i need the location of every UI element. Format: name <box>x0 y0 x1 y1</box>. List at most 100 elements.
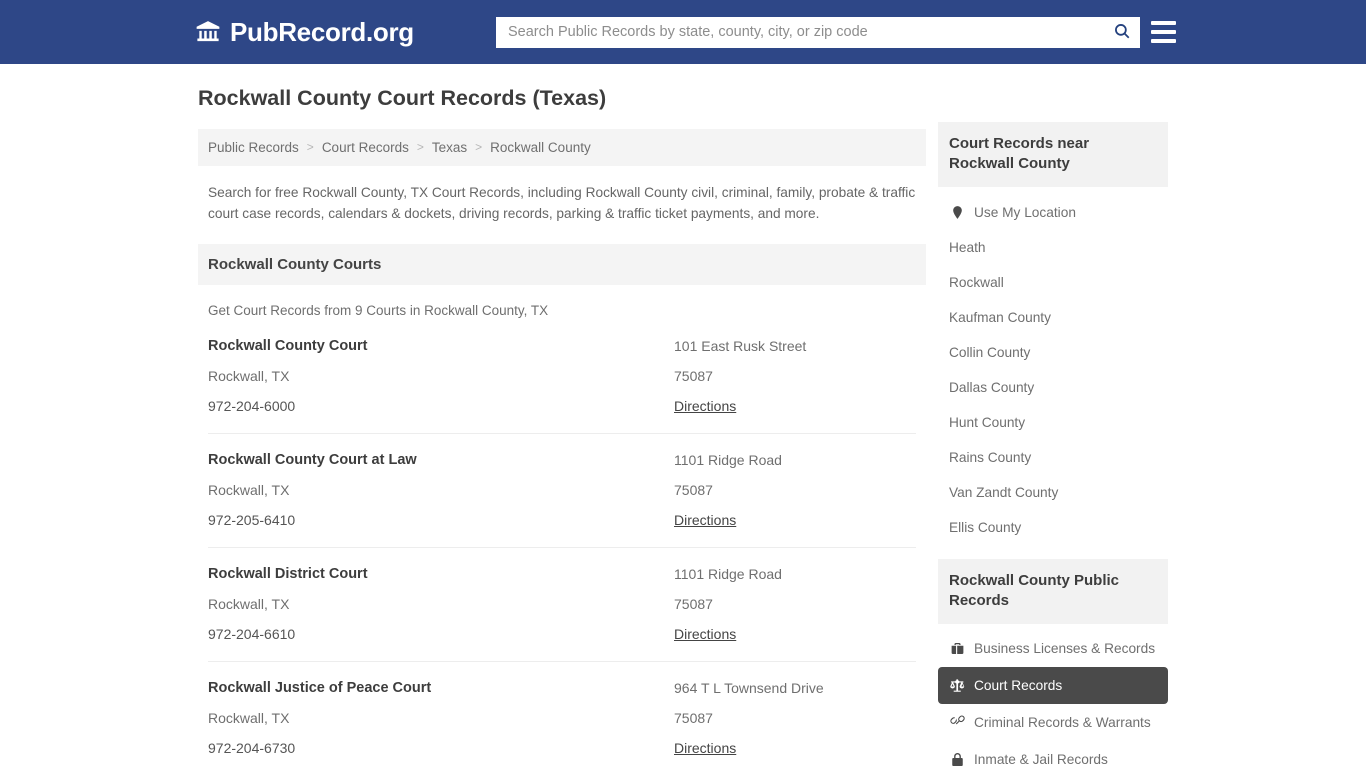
nearby-item-kaufman-county-label: Kaufman County <box>949 310 1051 325</box>
court-zip: 75087 <box>674 595 713 612</box>
court-name[interactable]: Rockwall District Court <box>208 565 674 583</box>
public-records-card: Rockwall County Public Records Business … <box>938 559 1168 768</box>
records-item-business-licenses-records[interactable]: Business Licenses & Records <box>938 630 1168 667</box>
records-item-court-records-label: Court Records <box>974 678 1063 693</box>
nearby-item-hunt-county-label: Hunt County <box>949 415 1026 430</box>
court-row: Rockwall Justice of Peace Court Rockwall,… <box>208 660 916 768</box>
breadcrumb-separator: > <box>306 140 314 155</box>
directions-link[interactable]: Directions <box>674 398 736 414</box>
court-info-right: 964 T L Townsend Drive 75087 Directions <box>674 679 916 758</box>
nearby-item-heath[interactable]: Heath <box>938 230 1168 265</box>
directions-link[interactable]: Directions <box>674 512 736 528</box>
court-address: 101 East Rusk Street <box>674 337 807 354</box>
nearby-item-use-my-location-label: Use My Location <box>974 205 1076 220</box>
court-row: Rockwall County Court at Law Rockwall, TX… <box>208 432 916 547</box>
court-row: Rockwall County Court Rockwall, TX 972-204… <box>208 326 916 433</box>
page-intro-text: Search for free Rockwall County, TX Cour… <box>208 184 916 221</box>
court-city-state: Rockwall, TX <box>208 709 290 726</box>
records-item-court-records[interactable]: Court Records <box>938 667 1168 704</box>
briefcase-icon <box>949 641 965 657</box>
records-item-criminal-records-warrants[interactable]: Criminal Records & Warrants <box>938 704 1168 741</box>
hamburger-bar <box>1151 30 1176 34</box>
court-name[interactable]: Rockwall County Court at Law <box>208 451 674 469</box>
nearby-item-dallas-county-label: Dallas County <box>949 380 1035 395</box>
court-info-left: Rockwall Justice of Peace Court Rockwall,… <box>208 679 674 758</box>
hamburger-bar <box>1151 21 1176 25</box>
main-column: Rockwall County Court Records (Texas) Pu… <box>198 86 926 768</box>
lock-icon <box>949 752 965 768</box>
breadcrumb-item-1[interactable]: Public Records <box>208 140 299 155</box>
court-zip: 75087 <box>674 709 713 726</box>
court-phone: 972-204-6610 <box>208 625 296 642</box>
nearby-records-title: Court Records near Rockwall County <box>938 122 1168 187</box>
court-info-left: Rockwall District Court Rockwall, TX 972-2… <box>208 565 674 644</box>
nearby-item-rockwall[interactable]: Rockwall <box>938 265 1168 300</box>
directions-link[interactable]: Directions <box>674 740 736 756</box>
court-city-state: Rockwall, TX <box>208 367 290 384</box>
breadcrumb-separator: > <box>475 140 483 155</box>
court-city-state: Rockwall, TX <box>208 481 290 498</box>
breadcrumb-separator: > <box>416 140 424 155</box>
court-city-state: Rockwall, TX <box>208 595 290 612</box>
breadcrumb-item-3[interactable]: Texas <box>432 140 467 155</box>
nearby-item-kaufman-county[interactable]: Kaufman County <box>938 300 1168 335</box>
court-list: Rockwall County Court Rockwall, TX 972-204… <box>198 326 926 768</box>
page-body: Rockwall County Court Records (Texas) Pu… <box>0 64 1366 768</box>
nearby-item-ellis-county[interactable]: Ellis County <box>938 510 1168 545</box>
court-zip: 75087 <box>674 481 713 498</box>
court-info-right: 1101 Ridge Road 75087 Directions <box>674 451 916 530</box>
court-row: Rockwall District Court Rockwall, TX 972-2… <box>208 546 916 661</box>
nearby-item-collin-county[interactable]: Collin County <box>938 335 1168 370</box>
map-pin-icon <box>949 205 965 221</box>
court-info-left: Rockwall County Court at Law Rockwall, TX… <box>208 451 674 530</box>
nearby-item-collin-county-label: Collin County <box>949 345 1031 360</box>
records-item-business-licenses-records-label: Business Licenses & Records <box>974 641 1156 656</box>
sidebar: Court Records near Rockwall County Use M… <box>938 86 1168 768</box>
nearby-item-van-zandt-county[interactable]: Van Zandt County <box>938 475 1168 510</box>
site-header: PubRecord.org <box>0 0 1366 64</box>
records-item-inmate-jail-records[interactable]: Inmate & Jail Records <box>938 741 1168 768</box>
directions-link[interactable]: Directions <box>674 626 736 642</box>
nearby-item-ellis-county-label: Ellis County <box>949 520 1022 535</box>
court-name[interactable]: Rockwall County Court <box>208 337 674 355</box>
nearby-records-list: Use My Location Heath Rockwall Kaufman Coun… <box>938 187 1168 545</box>
court-info-left: Rockwall County Court Rockwall, TX 972-204… <box>208 337 674 416</box>
court-info-right: 1101 Ridge Road 75087 Directions <box>674 565 916 644</box>
court-name[interactable]: Rockwall Justice of Peace Court <box>208 679 674 697</box>
search-button[interactable] <box>1104 17 1140 48</box>
court-address: 1101 Ridge Road <box>674 451 782 468</box>
court-address: 964 T L Townsend Drive <box>674 679 824 696</box>
nearby-records-card: Court Records near Rockwall County Use M… <box>938 122 1168 545</box>
site-brand-name: PubRecord.org <box>230 16 414 47</box>
records-item-criminal-records-warrants-label: Criminal Records & Warrants <box>974 715 1151 730</box>
page-title: Rockwall County Court Records (Texas) <box>198 86 607 110</box>
court-phone: 972-204-6000 <box>208 397 296 414</box>
nearby-item-rains-county[interactable]: Rains County <box>938 440 1168 475</box>
nearby-item-van-zandt-county-label: Van Zandt County <box>949 485 1059 500</box>
search-input[interactable] <box>496 16 1104 48</box>
courts-section-header: Rockwall County Courts <box>198 243 926 285</box>
nearby-item-use-my-location[interactable]: Use My Location <box>938 195 1168 230</box>
nearby-item-rockwall-label: Rockwall <box>949 275 1004 290</box>
nearby-item-dallas-county[interactable]: Dallas County <box>938 370 1168 405</box>
hamburger-bar <box>1151 39 1176 43</box>
nearby-item-hunt-county[interactable]: Hunt County <box>938 405 1168 440</box>
search-bar <box>496 16 1140 48</box>
content-container: Rockwall County Court Records (Texas) Pu… <box>198 64 1168 768</box>
breadcrumb-item-4[interactable]: Rockwall County <box>490 140 591 155</box>
hamburger-menu-icon[interactable] <box>1151 21 1176 43</box>
site-logo-link[interactable]: PubRecord.org <box>195 17 414 48</box>
nearby-item-rains-county-label: Rains County <box>949 450 1032 465</box>
breadcrumb: Public Records > Court Records > Texas > Rockw… <box>198 128 926 166</box>
records-item-inmate-jail-records-label: Inmate & Jail Records <box>974 752 1108 767</box>
balance-scale-icon <box>949 678 965 694</box>
court-phone: 972-204-6730 <box>208 739 296 756</box>
bank-building-icon <box>195 19 221 45</box>
court-zip: 75087 <box>674 367 713 384</box>
search-icon <box>1113 22 1131 43</box>
handcuffs-icon <box>949 715 965 731</box>
breadcrumb-item-2[interactable]: Court Records <box>322 140 409 155</box>
court-phone: 972-205-6410 <box>208 511 296 528</box>
courts-section-subtitle: Get Court Records from 9 Courts in Rockw… <box>208 302 549 318</box>
court-address: 1101 Ridge Road <box>674 565 782 582</box>
